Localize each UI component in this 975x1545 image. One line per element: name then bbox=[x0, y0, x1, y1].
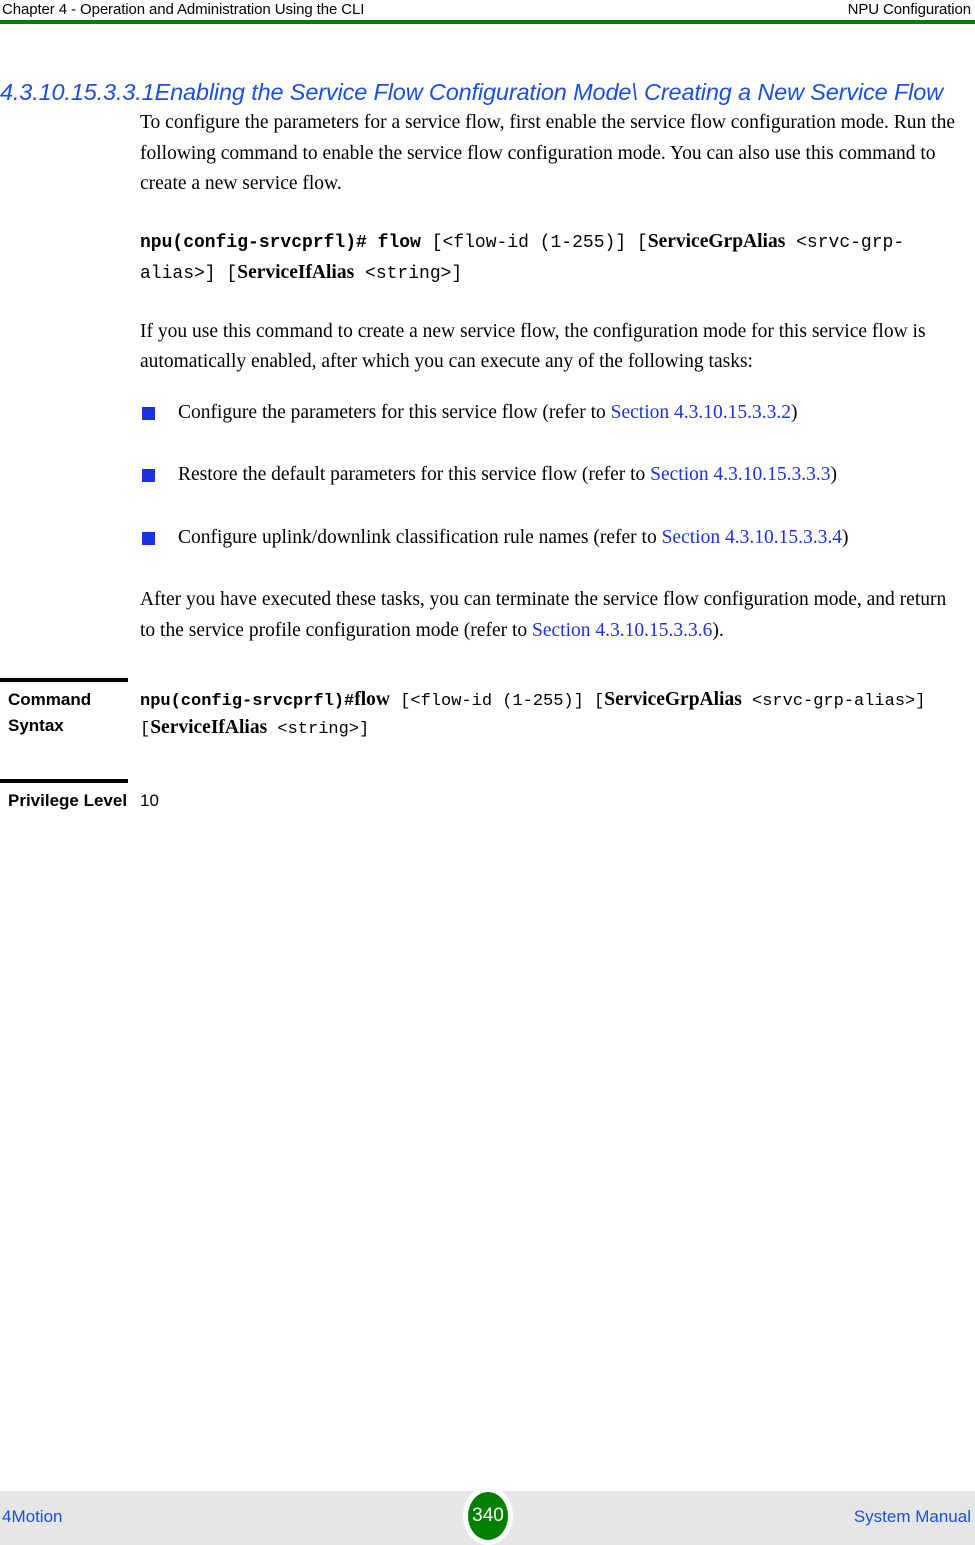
list-item: Restore the default parameters for this … bbox=[140, 460, 960, 491]
body-column: To configure the parameters for a servic… bbox=[140, 108, 960, 646]
bullet-text: Configure uplink/downlink classification… bbox=[178, 526, 662, 548]
task-bullet-list: Configure the parameters for this servic… bbox=[140, 398, 960, 554]
cli-arg1: [<flow-id (1-255)] [ bbox=[431, 232, 648, 253]
square-bullet-icon bbox=[142, 469, 155, 482]
cli-param-servicegrpalias: ServiceGrpAlias bbox=[647, 230, 786, 252]
bullet-text-post: ) bbox=[841, 526, 849, 548]
cli-space-3 bbox=[354, 264, 365, 284]
cli-break bbox=[785, 233, 796, 253]
cross-reference-link[interactable]: Section 4.3.10.15.3.3.6 bbox=[532, 620, 712, 641]
tbl-cli-arg3: <string>] bbox=[277, 720, 370, 739]
square-bullet-icon bbox=[142, 531, 155, 545]
tbl-cli-keyword: flow bbox=[354, 689, 390, 710]
inline-command-syntax: npu(config-srvcprfl)# flow [<flow-id (1-… bbox=[140, 227, 960, 290]
section-title: Enabling the Service Flow Configuration … bbox=[154, 79, 944, 105]
closing-paragraph: After you have executed these tasks, you… bbox=[140, 585, 960, 646]
table-row: Privilege Level 10 bbox=[0, 779, 975, 868]
bullet-text: Configure the parameters for this servic… bbox=[178, 401, 611, 423]
bullet-text-post: ) bbox=[830, 464, 838, 485]
page-content: 4.3.10.15.3.3.1Enabling the Service Flow… bbox=[0, 24, 975, 868]
page-header: Chapter 4 - Operation and Administration… bbox=[0, 0, 975, 24]
command-reference-table: Command Syntax npu(config-srvcprfl)#flow… bbox=[0, 678, 975, 868]
cross-reference-link[interactable]: Section 4.3.10.15.3.3.2 bbox=[611, 402, 791, 423]
list-item: Configure the parameters for this servic… bbox=[140, 398, 960, 429]
header-section-title: NPU Configuration bbox=[847, 1, 971, 18]
footer-product-name: 4Motion bbox=[2, 1507, 63, 1526]
intro-paragraph: To configure the parameters for a servic… bbox=[140, 112, 955, 194]
row-value-privilege-level: 10 bbox=[140, 791, 159, 810]
cli-keyword: flow bbox=[377, 232, 421, 253]
cli-space bbox=[367, 233, 378, 253]
cli-param-serviceifalias: ServiceIfAlias bbox=[237, 262, 355, 283]
bullet-text: Restore the default parameters for this … bbox=[178, 464, 651, 485]
bullet-text-post: ) bbox=[791, 401, 798, 423]
cross-reference-link[interactable]: Section 4.3.10.15.3.3.4 bbox=[662, 527, 842, 548]
tbl-cli-prompt: npu(config-srvcprfl)# bbox=[140, 692, 355, 711]
after-command-paragraph: If you use this command to create a new … bbox=[140, 320, 926, 373]
header-chapter-title: Chapter 4 - Operation and Administration… bbox=[2, 1, 365, 18]
cli-prompt: npu(config-srvcprfl)# bbox=[140, 232, 367, 253]
tbl-cli-param-serviceifalias: ServiceIfAlias bbox=[150, 717, 268, 738]
page-header-row: Chapter 4 - Operation and Administration… bbox=[0, 0, 975, 19]
square-bullet-icon bbox=[142, 406, 155, 420]
row-label: Privilege Level bbox=[8, 791, 128, 810]
page-number-badge: 340 bbox=[463, 1487, 513, 1545]
row-top-rule bbox=[0, 779, 128, 783]
tbl-cli-space bbox=[267, 720, 277, 739]
table-row: Command Syntax npu(config-srvcprfl)#flow… bbox=[0, 678, 975, 779]
row-label: Command Syntax bbox=[8, 690, 92, 735]
cross-reference-link[interactable]: Section 4.3.10.15.3.3.3 bbox=[650, 464, 830, 485]
tbl-cli-param-servicegrpalias: ServiceGrpAlias bbox=[604, 689, 742, 710]
section-number: 4.3.10.15.3.3.1 bbox=[0, 79, 155, 105]
page-footer: 4Motion 340 System Manual bbox=[0, 1487, 975, 1545]
section-heading: 4.3.10.15.3.3.1Enabling the Service Flow… bbox=[0, 77, 975, 108]
row-top-rule bbox=[0, 678, 128, 682]
tbl-cli-break bbox=[742, 692, 752, 711]
list-item: Configure uplink/downlink classification… bbox=[140, 523, 960, 554]
footer-document-name: System Manual bbox=[853, 1507, 971, 1526]
row-value-command-syntax: npu(config-srvcprfl)#flow [<flow-id (1-2… bbox=[128, 687, 975, 779]
tbl-cli-arg1: [<flow-id (1-255)] [ bbox=[390, 692, 605, 711]
cli-arg3: <string>] bbox=[365, 264, 463, 284]
cli-space-2 bbox=[421, 233, 432, 253]
closing-text-post: ). bbox=[712, 619, 724, 641]
